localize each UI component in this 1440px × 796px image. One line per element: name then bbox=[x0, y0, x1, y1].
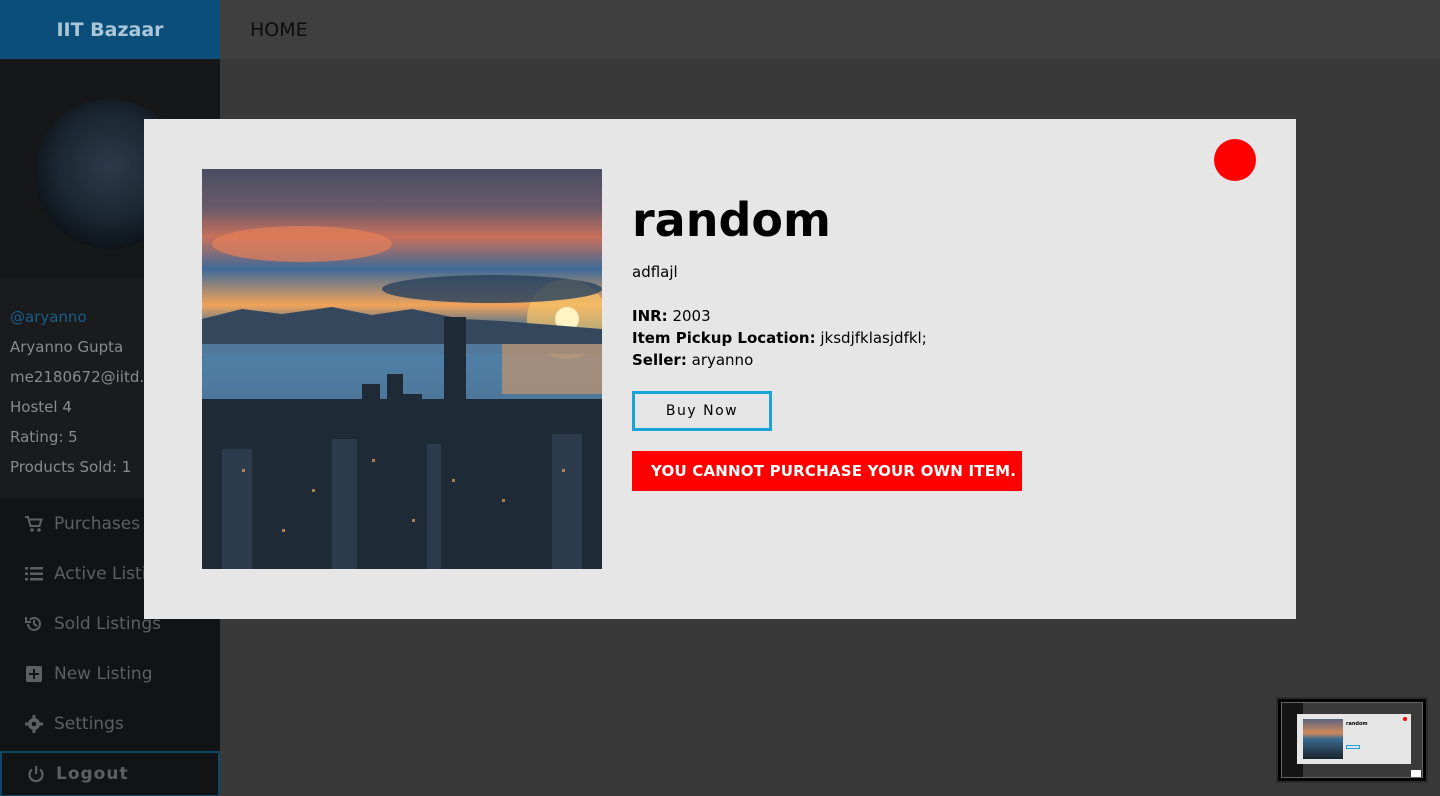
seller-label: Seller: bbox=[632, 351, 687, 369]
list-icon bbox=[24, 566, 44, 582]
thumbnail-modal: random bbox=[1297, 714, 1411, 764]
sidebar-item-label: Active Listi bbox=[54, 564, 147, 584]
top-nav: HOME bbox=[220, 0, 1440, 59]
product-modal: random adflajl INR: 2003 Item Pickup Loc… bbox=[144, 119, 1296, 619]
location-label: Item Pickup Location: bbox=[632, 329, 816, 347]
thumbnail-button bbox=[1346, 745, 1360, 749]
power-icon bbox=[26, 765, 46, 783]
brand-logo[interactable]: IIT Bazaar bbox=[0, 0, 220, 59]
history-icon bbox=[24, 615, 44, 633]
thumbnail-title: random bbox=[1346, 721, 1368, 727]
product-price: INR: 2003 bbox=[632, 305, 1022, 327]
product-title: random bbox=[632, 193, 831, 247]
thumbnail-corner bbox=[1411, 770, 1421, 777]
sidebar-item-label: New Listing bbox=[54, 664, 153, 684]
sidebar-item-label: Logout bbox=[56, 764, 129, 784]
cart-icon bbox=[24, 515, 44, 533]
thumbnail-close-dot bbox=[1403, 717, 1407, 721]
price-value: 2003 bbox=[672, 307, 711, 325]
plus-square-icon bbox=[24, 666, 44, 682]
location-value: jksdjfklasjdfkl; bbox=[820, 329, 927, 347]
product-description: adflajl bbox=[632, 263, 678, 281]
product-details: random adflajl INR: 2003 Item Pickup Loc… bbox=[632, 197, 1022, 491]
error-message: YOU CANNOT PURCHASE YOUR OWN ITEM. bbox=[632, 451, 1022, 491]
buy-now-button[interactable]: Buy Now bbox=[632, 391, 772, 431]
sidebar-item-settings[interactable]: Settings bbox=[0, 699, 220, 749]
sidebar-item-logout[interactable]: Logout bbox=[0, 751, 220, 796]
price-label: INR: bbox=[632, 307, 668, 325]
thumbnail-image bbox=[1303, 719, 1343, 759]
sidebar-item-new-listing[interactable]: New Listing bbox=[0, 649, 220, 699]
gear-icon bbox=[24, 715, 44, 733]
screenshot-thumbnail[interactable]: random bbox=[1276, 697, 1428, 783]
close-button[interactable] bbox=[1214, 139, 1256, 181]
seller-value: aryanno bbox=[691, 351, 754, 369]
sidebar-item-label: Purchases bbox=[54, 514, 141, 534]
thumbnail-screen: random bbox=[1281, 702, 1423, 778]
sidebar-item-label: Settings bbox=[54, 714, 124, 734]
product-image bbox=[202, 169, 602, 569]
nav-home-link[interactable]: HOME bbox=[250, 19, 308, 41]
product-seller: Seller: aryanno bbox=[632, 349, 1022, 371]
product-location: Item Pickup Location: jksdjfklasjdfkl; bbox=[632, 327, 1022, 349]
